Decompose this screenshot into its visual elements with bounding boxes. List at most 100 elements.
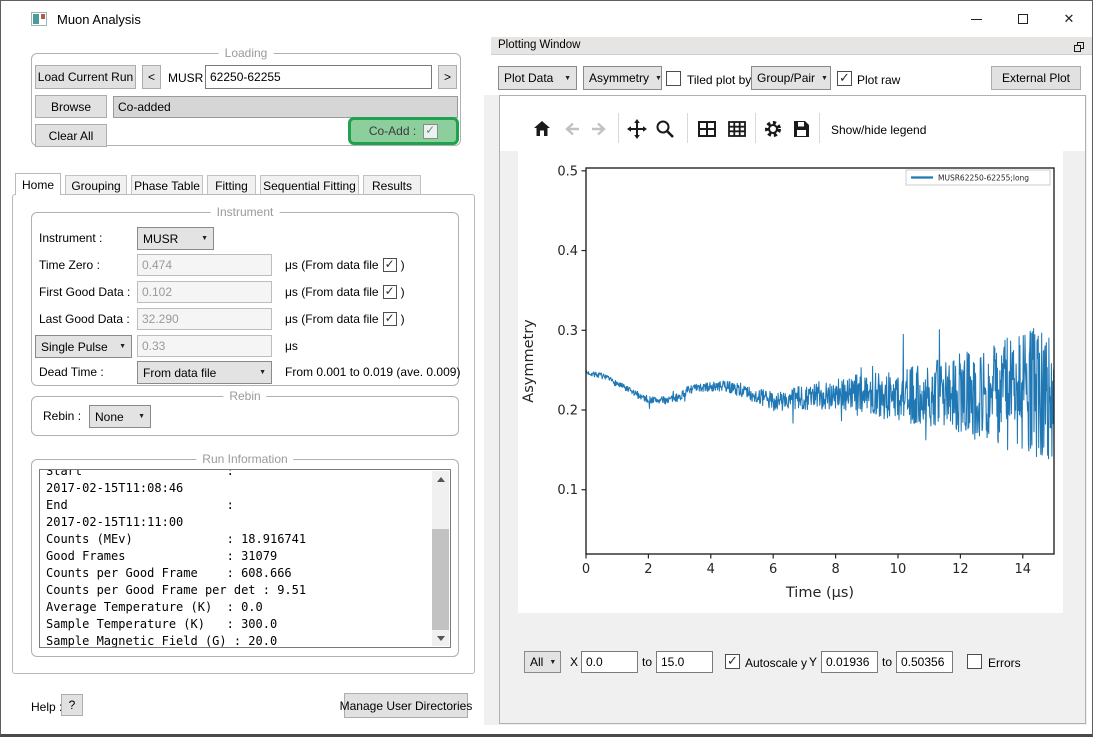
scrollbar-thumb[interactable] <box>432 529 449 636</box>
first-good-from-file-checkbox[interactable] <box>383 285 397 299</box>
range-scope-combo[interactable]: All▼ <box>524 651 561 673</box>
svg-text:0.5: 0.5 <box>557 164 578 179</box>
x-to-label: to <box>642 655 652 669</box>
instrument-group-label: Instrument <box>211 205 280 219</box>
external-plot-button[interactable]: External Plot <box>991 66 1081 90</box>
float-dock-icon[interactable] <box>1073 40 1085 58</box>
run-number-input[interactable] <box>205 65 432 89</box>
tab-results[interactable]: Results <box>363 175 421 195</box>
previous-run-button[interactable]: < <box>142 65 161 89</box>
y-range-label: Y <box>809 655 817 669</box>
x-from-input[interactable] <box>581 651 638 673</box>
last-good-data-label: Last Good Data : <box>39 312 130 326</box>
tab-fitting[interactable]: Fitting <box>207 175 256 195</box>
save-icon[interactable] <box>789 117 813 141</box>
pulse-mode-combo[interactable]: Single Pulse▼ <box>35 335 132 358</box>
chevron-down-icon: ▼ <box>113 343 126 350</box>
close-button[interactable]: ✕ <box>1053 8 1085 30</box>
x-to-input[interactable] <box>656 651 713 673</box>
tab-grouping[interactable]: Grouping <box>65 175 127 195</box>
chevron-down-icon: ▼ <box>815 75 828 82</box>
time-zero-label: Time Zero : <box>39 258 100 272</box>
tab-phase-table[interactable]: Phase Table <box>131 175 203 195</box>
browse-button[interactable]: Browse <box>35 95 107 118</box>
errors-checkbox[interactable] <box>967 654 982 669</box>
loading-group-label: Loading <box>219 46 274 60</box>
svg-text:MUSR62250-62255;long: MUSR62250-62255;long <box>938 173 1029 182</box>
instrument-combo[interactable]: MUSR▼ <box>137 227 214 250</box>
plotting-window-header: Plotting Window <box>491 37 1093 55</box>
plot-raw-checkbox[interactable] <box>837 71 852 86</box>
clear-all-button[interactable]: Clear All <box>35 124 107 147</box>
chevron-down-icon: ▼ <box>132 413 145 420</box>
first-good-data-field[interactable] <box>137 281 272 303</box>
muon-analysis-window: Muon Analysis ✕ Loading Load Current Run… <box>0 0 1093 737</box>
tab-sequential-fitting[interactable]: Sequential Fitting <box>260 175 359 195</box>
loaded-file-field[interactable] <box>113 96 458 118</box>
svg-text:0.3: 0.3 <box>557 324 578 339</box>
chevron-down-icon: ▼ <box>558 75 571 82</box>
scroll-down-arrow-icon[interactable] <box>432 630 449 646</box>
next-run-button[interactable]: > <box>438 65 457 89</box>
coadd-checkbox[interactable] <box>423 124 438 139</box>
run-information-group-label: Run Information <box>196 452 293 466</box>
rebin-group-label: Rebin <box>223 389 266 403</box>
rebin-combo[interactable]: None▼ <box>89 405 151 428</box>
tiled-plot-label: Tiled plot by: <box>687 73 755 87</box>
run-info-scrollbar[interactable] <box>432 471 449 646</box>
title-bar: Muon Analysis ✕ <box>1 1 1092 37</box>
zoom-icon[interactable] <box>653 117 677 141</box>
plot-type-combo[interactable]: Asymmetry▼ <box>583 66 662 90</box>
scroll-up-arrow-icon[interactable] <box>432 471 449 487</box>
last-good-data-field[interactable] <box>137 308 272 330</box>
instrument-label: Instrument : <box>39 231 102 245</box>
load-current-run-button[interactable]: Load Current Run <box>35 65 136 89</box>
svg-text:0.4: 0.4 <box>557 244 578 259</box>
first-good-data-unit: μs (From data file) <box>285 285 405 299</box>
figure-options-gear-icon[interactable] <box>761 117 785 141</box>
forward-icon[interactable] <box>587 117 611 141</box>
show-hide-legend-button[interactable]: Show/hide legend <box>831 123 926 137</box>
grid-fine-icon[interactable] <box>725 117 749 141</box>
pulse-value-field[interactable] <box>137 335 272 357</box>
figure-canvas[interactable]: 024681012140.10.20.30.40.5Time (μs)Asymm… <box>518 151 1063 613</box>
y-from-input[interactable] <box>821 651 878 673</box>
help-button[interactable]: ? <box>61 694 83 716</box>
tiled-by-combo[interactable]: Group/Pair▼ <box>751 66 831 90</box>
manage-user-directories-button[interactable]: Manage User Directories <box>344 693 468 718</box>
pan-icon[interactable] <box>625 117 649 141</box>
svg-text:4: 4 <box>707 562 715 577</box>
minimize-button[interactable] <box>960 8 992 30</box>
time-zero-field[interactable] <box>137 254 272 276</box>
chevron-down-icon: ▼ <box>543 659 556 666</box>
time-zero-from-file-checkbox[interactable] <box>383 258 397 272</box>
x-range-label: X <box>570 655 578 669</box>
plotting-window-title: Plotting Window <box>498 39 580 51</box>
window-title: Muon Analysis <box>57 12 141 27</box>
tiled-plot-checkbox[interactable] <box>666 71 681 86</box>
app-icon <box>31 12 47 26</box>
tab-home[interactable]: Home <box>15 173 61 195</box>
maximize-button[interactable] <box>1007 8 1039 30</box>
pulse-unit-label: μs <box>285 339 298 353</box>
home-view-icon[interactable] <box>530 117 554 141</box>
plot-data-combo[interactable]: Plot Data▼ <box>498 66 577 90</box>
svg-text:0: 0 <box>582 562 590 577</box>
chevron-down-icon: ▼ <box>195 235 208 242</box>
svg-text:Time (μs): Time (μs) <box>785 585 854 601</box>
instrument-prefix-label: MUSR <box>168 71 203 85</box>
last-good-from-file-checkbox[interactable] <box>383 312 397 326</box>
svg-text:Asymmetry: Asymmetry <box>521 319 537 403</box>
y-to-label: to <box>882 655 892 669</box>
svg-text:6: 6 <box>769 562 777 577</box>
svg-text:12: 12 <box>952 562 969 577</box>
dead-time-combo[interactable]: From data file▼ <box>137 361 272 384</box>
run-information-textarea[interactable]: Start : 2017-02-15T11:08:46 End : 2017-0… <box>39 469 451 648</box>
dead-time-label: Dead Time : <box>39 365 104 379</box>
svg-text:0.2: 0.2 <box>557 403 578 418</box>
grid-icon[interactable] <box>695 117 719 141</box>
autoscale-y-checkbox[interactable] <box>725 654 740 669</box>
y-to-input[interactable] <box>896 651 953 673</box>
chevron-down-icon: ▼ <box>253 369 266 376</box>
back-icon[interactable] <box>560 117 584 141</box>
